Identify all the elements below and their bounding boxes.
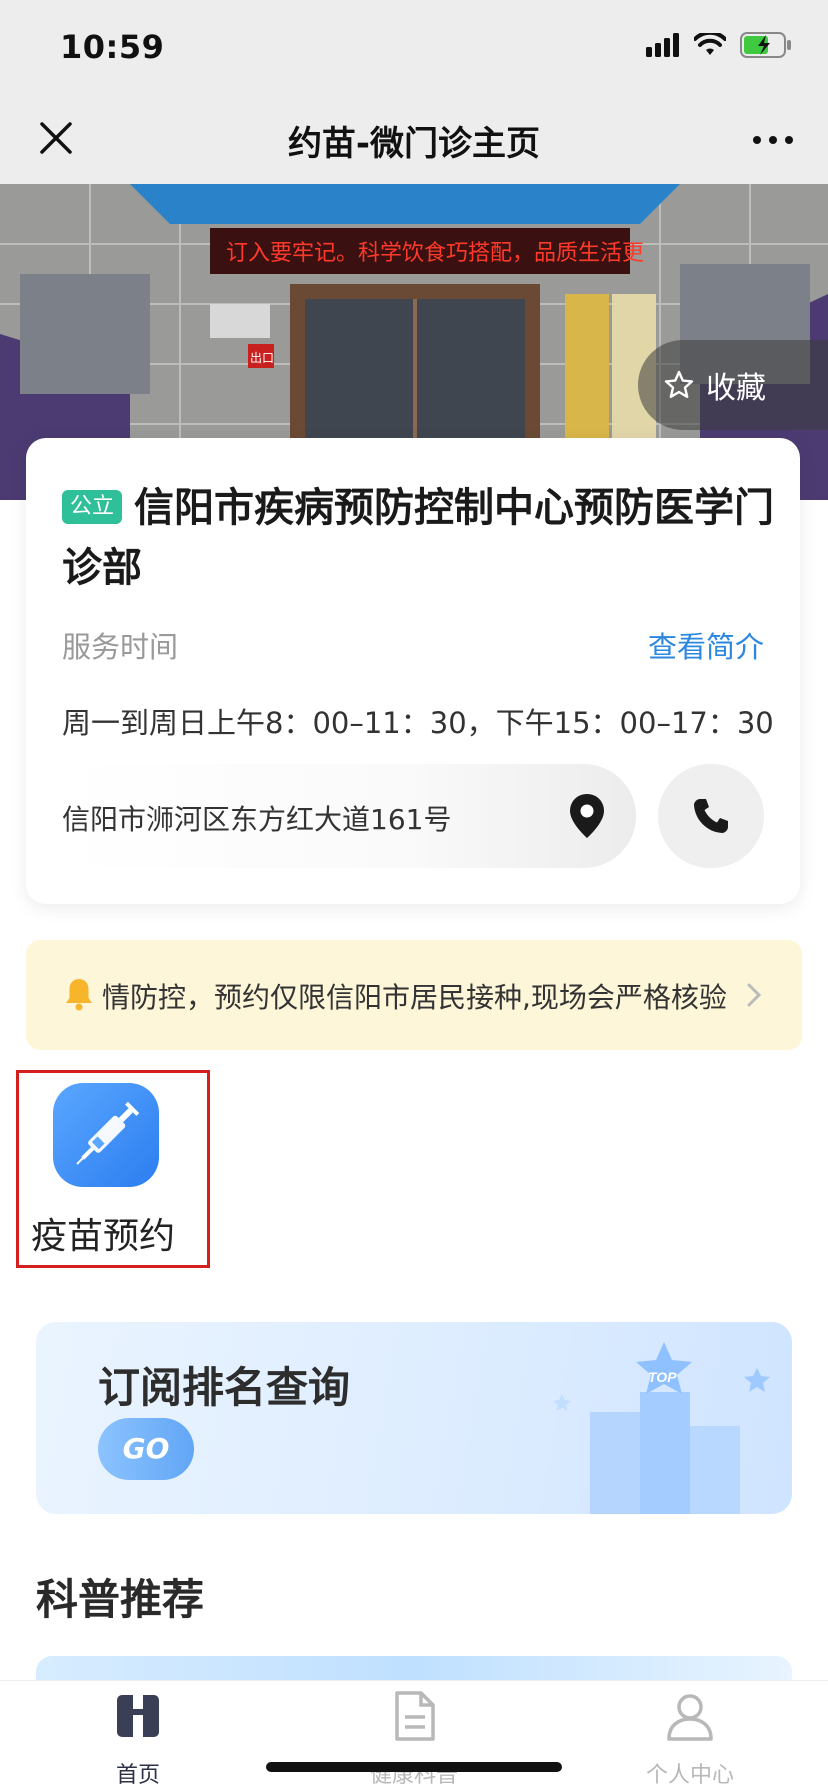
service-hours: 周一到周日上午8：00–11：30，下午15：00–17：30 — [62, 706, 774, 740]
vaccine-appointment-label: 疫苗预约 — [31, 1216, 176, 1257]
subscription-rank-banner[interactable]: 订阅排名查询 GO TOP — [36, 1322, 792, 1514]
star-icon — [664, 370, 694, 398]
service-time-label: 服务时间 — [62, 630, 179, 664]
wifi-icon — [694, 33, 726, 55]
screen: 10:59 约苗-微门诊主页 订入要牢记。科学饮食巧搭配，品质生活更 出口 收藏… — [0, 0, 828, 1792]
address-pill[interactable]: 信阳市浉河区东方红大道161号 — [62, 764, 636, 868]
phone-icon — [694, 799, 728, 833]
document-icon — [395, 1691, 435, 1741]
status-time: 10:59 — [60, 28, 165, 66]
favorite-button[interactable]: 收藏 — [638, 340, 828, 430]
user-icon — [667, 1694, 713, 1741]
battery-icon — [740, 32, 791, 58]
section-title: 科普推荐 — [36, 1575, 205, 1624]
favorite-label: 收藏 — [706, 371, 766, 406]
notice-text: 情防控，预约仅限信阳市居民接种,现场会严格核验 — [102, 981, 727, 1014]
tab-bar: 首页 健康科普 个人中心 — [0, 1680, 828, 1792]
nav-bar: 约苗-微门诊主页 — [0, 96, 828, 184]
clinic-name: 信阳市疾病预防控制中心预防医学门诊部 — [62, 485, 774, 591]
public-tag: 公立 — [62, 490, 123, 524]
go-button[interactable]: GO — [98, 1418, 194, 1480]
tab-profile[interactable]: 个人中心 — [590, 1689, 790, 1789]
led-sign-text: 订入要牢记。科学饮食巧搭配，品质生活更 — [226, 240, 644, 265]
status-icons — [646, 32, 792, 58]
tab-home[interactable]: 首页 — [38, 1689, 238, 1789]
signal-icon — [646, 33, 679, 57]
exit-sign: 出口 — [250, 351, 274, 365]
notice-bar[interactable]: 情防控，预约仅限信阳市居民接种,现场会严格核验 — [26, 940, 802, 1050]
address-text: 信阳市浉河区东方红大道161号 — [62, 803, 452, 836]
clinic-info-card: 信阳市疾病预防控制中心预防医学门诊部 公立 服务时间 查看简介 周一到周日上午8… — [26, 438, 800, 904]
podium-illustration: TOP — [553, 1342, 770, 1514]
status-bar: 10:59 — [0, 0, 828, 96]
home-indicator[interactable] — [266, 1762, 562, 1772]
page-title: 约苗-微门诊主页 — [287, 124, 541, 164]
view-intro-link[interactable]: 查看简介 — [648, 624, 764, 666]
rank-banner-title: 订阅排名查询 — [98, 1363, 351, 1412]
chevron-right-icon — [747, 983, 762, 1007]
location-pin-icon[interactable] — [568, 792, 606, 840]
call-button[interactable] — [658, 764, 764, 868]
syringe-icon — [53, 1083, 159, 1187]
vaccine-appointment-entry[interactable]: 疫苗预约 — [16, 1070, 210, 1268]
more-icon[interactable] — [748, 118, 798, 162]
syringe-glyph — [76, 1101, 140, 1165]
tab-profile-label: 个人中心 — [645, 1763, 734, 1788]
bell-icon — [66, 979, 92, 1011]
tab-home-label: 首页 — [115, 1763, 160, 1788]
top-badge: TOP — [648, 1369, 677, 1385]
home-icon — [117, 1695, 159, 1737]
tab-health-science[interactable]: 健康科普 — [314, 1689, 514, 1789]
